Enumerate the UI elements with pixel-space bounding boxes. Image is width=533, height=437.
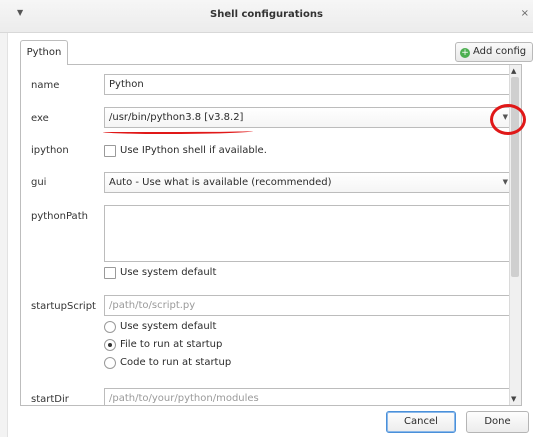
radio-label-code-to-run: Code to run at startup: [120, 357, 232, 368]
radio-file-to-run[interactable]: [104, 339, 116, 351]
title-bar: ▼ Shell configurations ×: [0, 0, 533, 33]
config-panel: name Python exe /usr/bin/python3.8 [v3.8…: [20, 64, 522, 406]
window-title: Shell configurations: [210, 9, 323, 20]
cancel-button[interactable]: Cancel: [386, 411, 456, 433]
chevron-down-icon[interactable]: ▼: [503, 173, 508, 192]
exe-value: /usr/bin/python3.8 [v3.8.2]: [109, 112, 244, 123]
name-field[interactable]: Python: [104, 74, 515, 95]
done-button[interactable]: Done: [466, 411, 529, 433]
radio-label-file-to-run: File to run at startup: [120, 339, 223, 350]
radio-label-system-default: Use system default: [120, 321, 217, 332]
close-icon[interactable]: ×: [521, 8, 529, 19]
ipython-label: ipython: [31, 145, 69, 156]
pythonpath-default-checkbox[interactable]: [104, 267, 116, 279]
ipython-checkbox-label: Use IPython shell if available.: [120, 145, 267, 156]
exe-combobox[interactable]: /usr/bin/python3.8 [v3.8.2] ▼: [104, 107, 515, 128]
pythonpath-default-label: Use system default: [120, 267, 217, 278]
scroll-up-icon[interactable]: ▲: [511, 67, 516, 75]
gui-combobox[interactable]: Auto - Use what is available (recommende…: [104, 172, 515, 193]
startupscript-placeholder: /path/to/script.py: [109, 300, 196, 311]
add-config-button[interactable]: + Add config: [455, 42, 533, 62]
scroll-down-icon[interactable]: ▼: [511, 395, 516, 403]
add-config-label: Add config: [473, 46, 527, 57]
gui-label: gui: [31, 177, 47, 188]
left-edge: [0, 33, 8, 437]
ipython-checkbox[interactable]: [104, 145, 116, 157]
startdir-placeholder: /path/to/your/python/modules: [109, 393, 259, 404]
startdir-field[interactable]: /path/to/your/python/modules: [104, 388, 515, 405]
pythonpath-textarea[interactable]: [104, 205, 515, 262]
startupscript-label: startupScript: [31, 301, 96, 312]
radio-use-system-default[interactable]: [104, 321, 116, 333]
exe-label: exe: [31, 113, 49, 124]
pythonpath-label: pythonPath: [31, 211, 88, 222]
tab-python[interactable]: Python: [20, 40, 68, 65]
red-circle-annotation: [490, 104, 526, 135]
radio-code-to-run[interactable]: [104, 357, 116, 369]
startupscript-field[interactable]: /path/to/script.py: [104, 295, 515, 316]
plus-icon: +: [460, 48, 470, 58]
name-label: name: [31, 80, 60, 91]
gui-value: Auto - Use what is available (recommende…: [109, 177, 332, 188]
startdir-label: startDir: [31, 394, 69, 405]
